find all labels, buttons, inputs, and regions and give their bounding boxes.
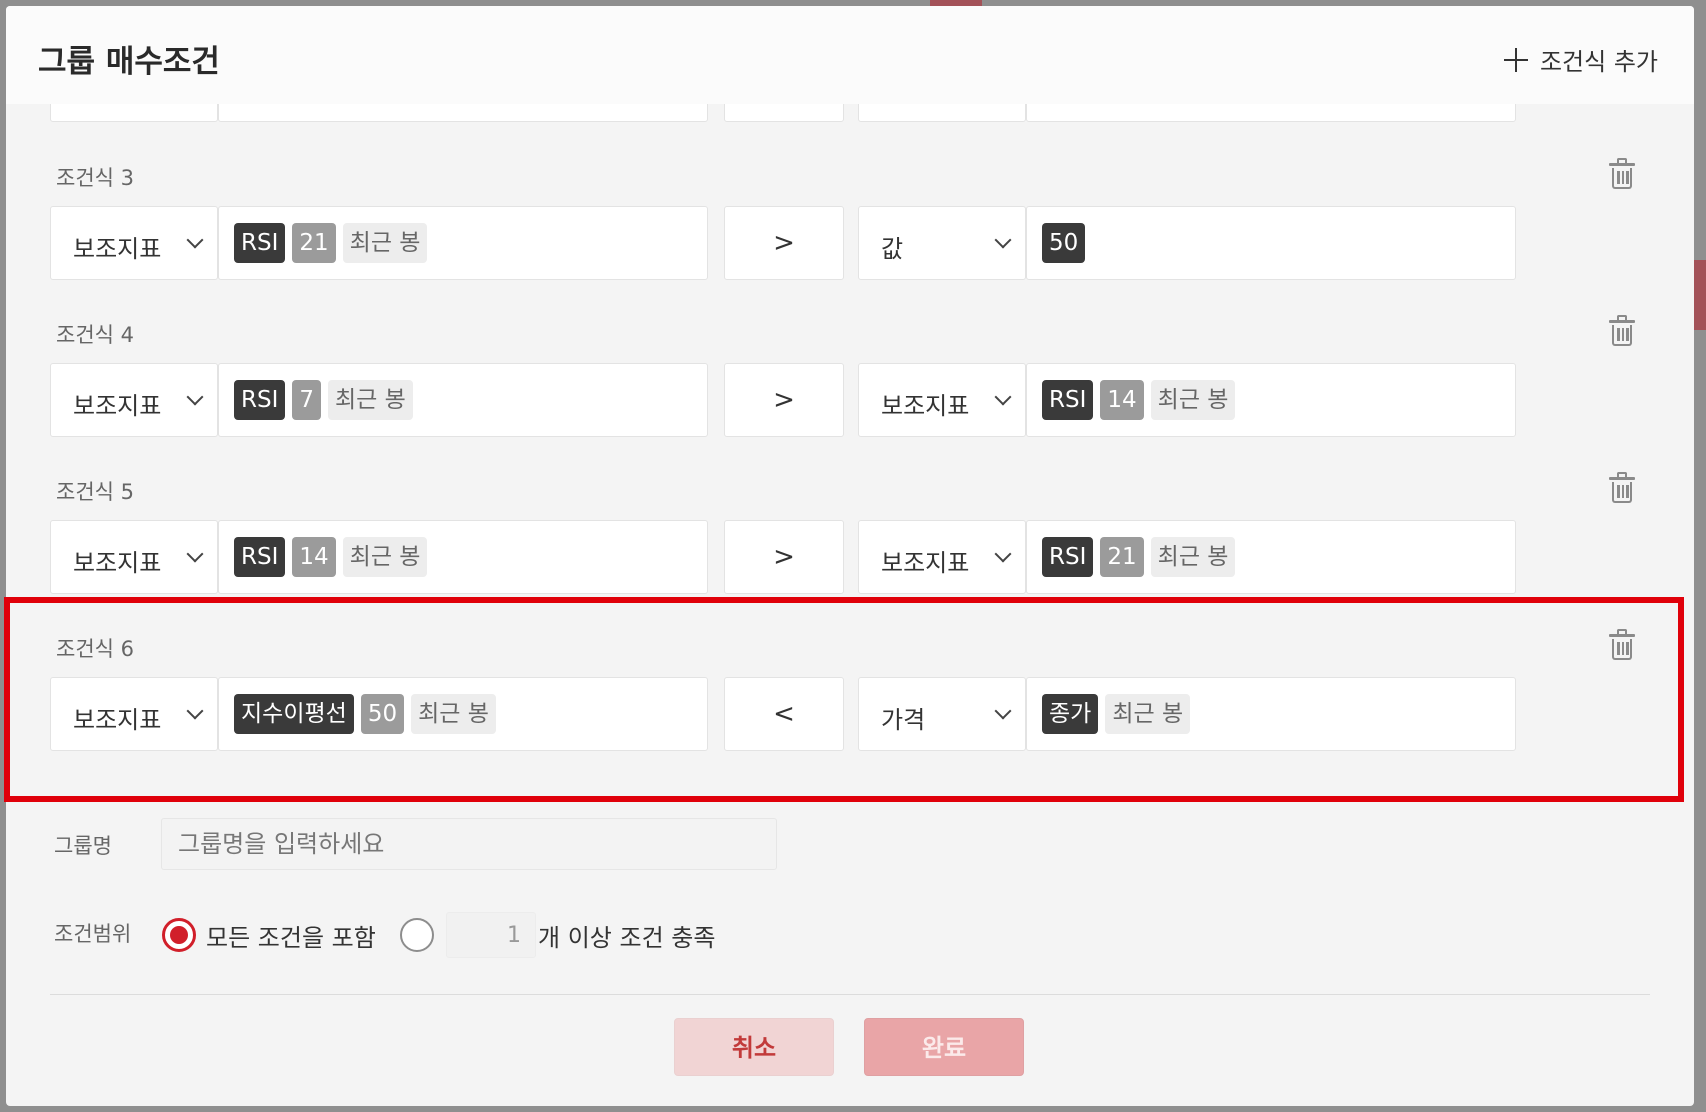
condition-range-label: 조건범위 [54,922,132,946]
backdrop-accent-right [1694,260,1706,330]
chevron-down-icon [186,388,204,406]
value-tag: 7 [292,380,322,420]
group-name-label: 그룹명 [54,834,112,858]
operator-select[interactable]: > [724,363,844,437]
trash-icon[interactable] [1608,315,1636,347]
trash-icon[interactable] [1608,629,1636,661]
chevron-down-icon [186,545,204,563]
footer-divider [50,994,1650,995]
condition-label: 조건식 5 [56,480,134,504]
condition-row: 보조지표 지수이평선 50 최근 봉 < 가격 종가 최근 봉 [50,677,1648,751]
condition-row: 보조지표 RSI 14 최근 봉 > 보조지표 RSI 21 최근 봉 [50,520,1648,594]
radio-all-conditions-label[interactable]: 모든 조건을 포함 [206,918,376,953]
value-tag: 14 [292,537,336,577]
condition-label: 조건식 4 [56,323,134,347]
left-type-value: 보조지표 [73,235,162,263]
chevron-down-icon [186,702,204,720]
right-type-value: 가격 [881,706,926,734]
left-type-select[interactable]: 보조지표 [50,520,218,594]
value-tag: 21 [292,223,336,263]
left-type-select[interactable]: 보조지표 [50,677,218,751]
right-value-field[interactable]: 종가 최근 봉 [1026,677,1516,751]
value-tag: 14 [1100,380,1144,420]
modal-header: 그룹 매수조건 조건식 추가 [6,6,1694,104]
left-type-select[interactable]: 보조지표 [50,363,218,437]
right-value-field[interactable]: 50 [1026,206,1516,280]
value-tag: 최근 봉 [328,380,413,420]
left-value-field[interactable]: 지수이평선 50 최근 봉 [218,677,708,751]
value-tag: 지수이평선 [234,694,354,734]
value-tag: RSI [234,537,286,577]
left-value-field[interactable]: RSI 14 최근 봉 [218,520,708,594]
confirm-button[interactable]: 완료 [864,1018,1024,1076]
plus-icon [1503,47,1528,72]
trash-icon[interactable] [1608,472,1636,504]
right-type-value: 보조지표 [881,392,970,420]
value-tag: 21 [1100,537,1144,577]
left-value-field[interactable]: RSI 21 최근 봉 [218,206,708,280]
left-type-value: 보조지표 [73,549,162,577]
modal-title: 그룹 매수조건 [38,44,220,80]
cancel-button[interactable]: 취소 [674,1018,834,1076]
min-count-label: 개 이상 조건 충족 [538,924,716,952]
value-tag: 50 [360,694,405,734]
operator-select[interactable]: > [724,520,844,594]
min-count-input[interactable] [446,912,536,958]
value-tag: 최근 봉 [1105,694,1191,734]
operator-select[interactable]: < [724,677,844,751]
value-tag: 최근 봉 [342,223,428,263]
right-type-select[interactable]: 값 [858,206,1026,280]
operator-select[interactable]: > [724,206,844,280]
radio-min-count[interactable] [400,918,434,952]
condition-label: 조건식 3 [56,166,134,190]
add-condition-label: 조건식 추가 [1539,48,1658,76]
group-buy-condition-modal: 그룹 매수조건 조건식 추가 조건식 3 보조지표 RSI 21 최근 봉 > 값 50 조건식… [6,6,1694,1106]
group-name-input[interactable] [161,818,777,870]
value-tag: 최근 봉 [1150,380,1236,420]
value-tag: 최근 봉 [1150,537,1236,577]
value-tag: 종가 [1042,694,1099,734]
chevron-down-icon [994,702,1012,720]
right-type-select[interactable]: 가격 [858,677,1026,751]
left-type-value: 보조지표 [73,392,162,420]
chevron-down-icon [994,388,1012,406]
condition-row: 보조지표 RSI 7 최근 봉 > 보조지표 RSI 14 최근 봉 [50,363,1648,437]
radio-all-conditions[interactable] [162,918,196,952]
add-condition-button[interactable]: 조건식 추가 [1503,42,1658,77]
left-value-field[interactable]: RSI 7 최근 봉 [218,363,708,437]
chevron-down-icon [994,545,1012,563]
value-tag: RSI [234,380,286,420]
chevron-down-icon [994,231,1012,249]
right-type-select[interactable]: 보조지표 [858,520,1026,594]
chevron-down-icon [186,231,204,249]
right-value-field[interactable]: RSI 14 최근 봉 [1026,363,1516,437]
right-value-field[interactable]: RSI 21 최근 봉 [1026,520,1516,594]
right-type-value: 값 [881,235,904,263]
value-tag: 최근 봉 [411,694,496,734]
value-tag: RSI [1042,380,1094,420]
value-tag: 50 [1042,223,1086,263]
value-tag: 최근 봉 [342,537,428,577]
left-type-value: 보조지표 [73,706,162,734]
left-type-select[interactable]: 보조지표 [50,206,218,280]
condition-row: 보조지표 RSI 21 최근 봉 > 값 50 [50,206,1648,280]
trash-icon[interactable] [1608,158,1636,190]
value-tag: RSI [234,223,286,263]
right-type-select[interactable]: 보조지표 [858,363,1026,437]
right-type-value: 보조지표 [881,549,970,577]
value-tag: RSI [1042,537,1094,577]
condition-label: 조건식 6 [56,637,134,661]
